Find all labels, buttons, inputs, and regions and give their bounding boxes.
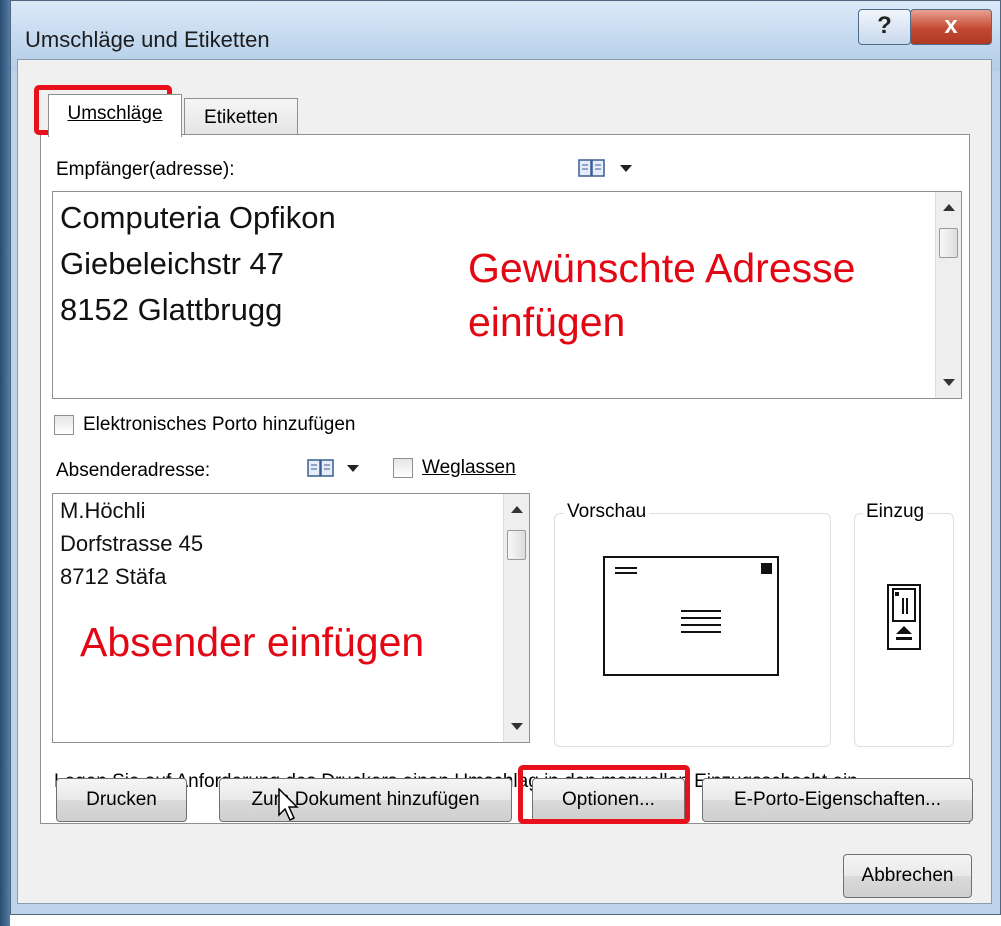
scroll-up-icon[interactable] (511, 506, 523, 513)
tab-etiketten-label: Etiketten (204, 107, 278, 128)
epostage-properties-button[interactable]: E-Porto-Eigenschaften... (702, 778, 973, 822)
annotation-recipient-line1: Gewünschte Adresse (468, 245, 856, 291)
window-title: Umschläge und Etiketten (25, 27, 270, 52)
dropdown-arrow-icon[interactable] (620, 165, 632, 172)
sender-scrollbar[interactable] (503, 494, 529, 742)
feed-label: Einzug (863, 501, 928, 523)
envelopes-tab-panel: Empfänger(adresse): Computeria Opfikon G… (40, 134, 970, 824)
print-button-label: Drucken (86, 789, 157, 810)
scroll-down-icon[interactable] (511, 723, 523, 730)
close-button[interactable]: x (910, 9, 992, 45)
recipient-label: Empfänger(adresse): (56, 159, 235, 180)
tab-etiketten[interactable]: Etiketten (184, 98, 298, 138)
sender-line: Dorfstrasse 45 (60, 531, 204, 556)
electronic-postage-label: Elektronisches Porto hinzufügen (83, 414, 356, 435)
dropdown-arrow-icon[interactable] (347, 465, 359, 472)
sender-line: 8712 Stäfa (60, 564, 167, 589)
annotation-sender: Absender einfügen (80, 619, 425, 665)
close-icon: x (944, 12, 958, 39)
background-window-edge (0, 0, 10, 926)
options-button[interactable]: Optionen... (532, 778, 685, 822)
feed-group[interactable] (854, 513, 954, 747)
recipient-address-field[interactable]: Computeria Opfikon Giebeleichstr 47 8152… (52, 191, 962, 399)
preview-label: Vorschau (564, 501, 650, 523)
envelope-feed-icon[interactable] (887, 584, 921, 650)
epostage-properties-label: E-Porto-Eigenschaften... (734, 789, 941, 810)
recipient-line: Giebeleichstr 47 (60, 246, 285, 281)
recipient-scrollbar[interactable] (935, 192, 961, 398)
omit-sender-checkbox[interactable] (393, 458, 413, 478)
scroll-thumb[interactable] (939, 228, 958, 258)
recipient-line: 8152 Glattbrugg (60, 292, 283, 327)
envelope-preview-icon[interactable] (603, 556, 779, 676)
preview-group[interactable] (554, 513, 831, 747)
scroll-thumb[interactable] (507, 530, 526, 560)
help-icon: ? (877, 12, 892, 39)
scroll-up-icon[interactable] (943, 204, 955, 211)
tab-umschlaege[interactable]: Umschläge (48, 94, 182, 137)
omit-sender-label: Weglassen (422, 457, 516, 478)
recipient-line: Computeria Opfikon (60, 200, 336, 235)
sender-line: M.Höchli (60, 498, 146, 523)
dialog-client-area: Umschläge Etiketten Empfänger(adresse): … (17, 59, 992, 904)
address-book-icon[interactable] (307, 458, 334, 478)
options-button-label: Optionen... (562, 789, 655, 810)
help-button[interactable]: ? (858, 9, 911, 45)
cancel-button-label: Abbrechen (861, 865, 954, 886)
add-to-document-button[interactable]: Zum Dokument hinzufügen (219, 778, 512, 822)
cancel-button[interactable]: Abbrechen (843, 854, 972, 898)
electronic-postage-checkbox[interactable] (54, 415, 74, 435)
tab-umschlaege-label: Umschläge (67, 103, 163, 124)
envelopes-labels-dialog: Umschläge und Etiketten ? x Umschläge Et… (10, 0, 1001, 915)
print-button[interactable]: Drucken (56, 778, 187, 822)
sender-label: Absenderadresse: (56, 460, 211, 481)
scroll-down-icon[interactable] (943, 379, 955, 386)
mouse-cursor-icon (278, 788, 299, 822)
address-book-icon[interactable] (578, 158, 605, 178)
annotation-recipient-line2: einfügen (468, 299, 626, 345)
